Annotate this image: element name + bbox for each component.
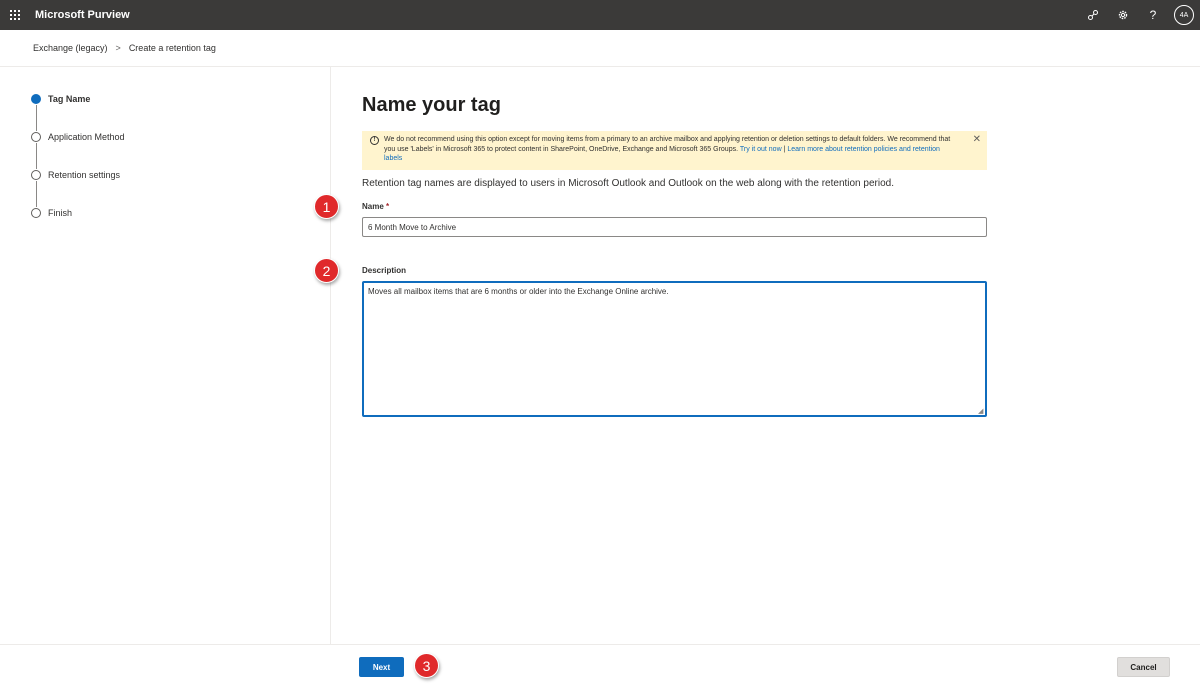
required-mark: * [386, 202, 390, 211]
help-icon[interactable]: ? [1138, 0, 1168, 30]
settings-icon[interactable] [1108, 0, 1138, 30]
step-label: Finish [48, 208, 73, 218]
app-title[interactable]: Microsoft Purview [35, 9, 130, 21]
warning-divider: | [783, 145, 786, 153]
step-connector [36, 105, 37, 131]
step-dot-icon [31, 132, 41, 142]
name-label: Name * [362, 202, 389, 211]
resize-handle-icon[interactable]: ◢ [978, 407, 983, 415]
name-input[interactable] [362, 217, 987, 237]
breadcrumb-item-current: Create a retention tag [128, 43, 216, 53]
step-application-method[interactable]: Application Method [31, 132, 125, 142]
chevron-right-icon: > [115, 43, 121, 53]
connections-icon[interactable] [1078, 0, 1108, 30]
try-it-out-link[interactable]: Try it out now [740, 146, 782, 153]
step-finish[interactable]: Finish [31, 208, 72, 218]
step-dot-icon [31, 208, 41, 218]
info-icon: ! [370, 136, 379, 145]
warning-message-bar: ! We do not recommend using this option … [362, 131, 987, 170]
close-icon[interactable]: ✕ [973, 135, 981, 145]
step-connector [36, 181, 37, 207]
name-label-text: Name [362, 202, 384, 211]
step-label: Application Method [48, 132, 125, 142]
step-dot-icon [31, 170, 41, 180]
next-button[interactable]: Next [359, 657, 404, 677]
callout-3: 3 [414, 653, 439, 678]
callout-2: 2 [314, 258, 339, 283]
wizard-footer: Next 3 Cancel [0, 644, 1200, 685]
description-label: Description [362, 266, 407, 275]
step-tag-name[interactable]: Tag Name [31, 94, 90, 104]
page-title: Name your tag [362, 94, 501, 116]
breadcrumb-item-exchange[interactable]: Exchange (legacy) [33, 43, 108, 53]
top-bar: Microsoft Purview ? 4A [0, 0, 1200, 30]
step-active-dot-icon [31, 94, 41, 104]
step-label: Retention settings [48, 170, 121, 180]
description-textarea[interactable]: Moves all mailbox items that are 6 month… [362, 281, 987, 417]
step-retention-settings[interactable]: Retention settings [31, 170, 120, 180]
wizard-stepper: Tag Name Application Method Retention se… [0, 67, 331, 644]
avatar[interactable]: 4A [1174, 5, 1194, 25]
breadcrumb: Exchange (legacy) > Create a retention t… [33, 43, 216, 53]
intro-text: Retention tag names are displayed to use… [362, 178, 894, 189]
step-label: Tag Name [48, 94, 91, 104]
app-launcher-icon[interactable] [0, 0, 30, 30]
callout-1: 1 [314, 194, 339, 219]
step-connector [36, 143, 37, 169]
top-bar-actions: ? 4A [1078, 0, 1194, 30]
cancel-button[interactable]: Cancel [1117, 657, 1170, 677]
